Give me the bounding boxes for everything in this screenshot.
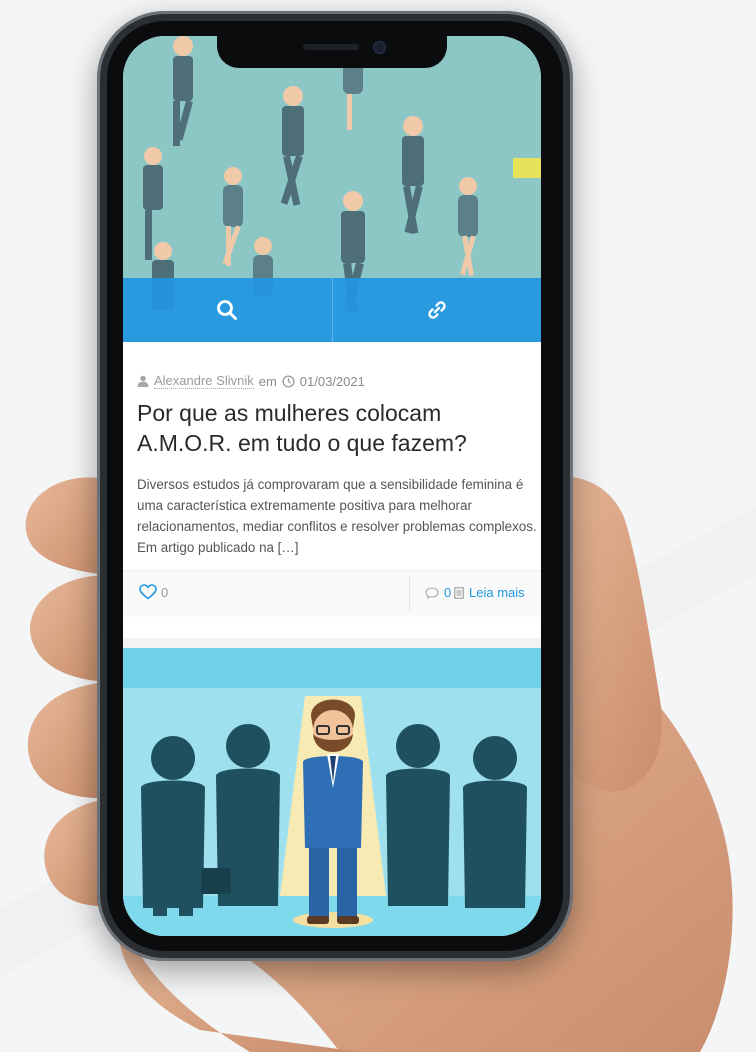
like-button[interactable]: 0: [139, 584, 168, 600]
user-icon: [137, 375, 149, 387]
read-more-label: Leia mais: [469, 585, 525, 600]
heart-icon: [139, 584, 157, 600]
comment-icon: [425, 586, 439, 599]
speaker-grille: [303, 44, 359, 50]
post-author[interactable]: Alexandre Slivnik: [154, 373, 254, 389]
link-button[interactable]: [331, 278, 542, 342]
front-camera: [373, 41, 386, 54]
post-excerpt: Diversos estudos já comprovaram que a se…: [137, 477, 537, 555]
clock-icon: [282, 374, 295, 388]
comment-count: 0: [444, 585, 452, 600]
phone-screen: Alexandre Slivnik em 01/03/2021 Por que …: [123, 36, 541, 936]
next-post-image[interactable]: [123, 648, 541, 936]
comments-link[interactable]: 0: [425, 585, 451, 600]
author-suffix: em: [258, 373, 277, 389]
phone-notch: [217, 36, 447, 68]
post-featured-image[interactable]: [123, 36, 541, 342]
document-icon: [454, 586, 464, 599]
search-icon: [217, 300, 238, 320]
read-more-link[interactable]: Leia mais: [454, 585, 525, 600]
like-count: 0: [161, 584, 169, 600]
zoom-button[interactable]: [123, 278, 332, 342]
image-action-bar: [123, 278, 541, 342]
post-footer: 0 0 Leia mais: [123, 570, 541, 617]
post-meta: Alexandre Slivnik em 01/03/2021: [137, 373, 365, 389]
post-date: 01/03/2021: [299, 373, 365, 389]
post-title[interactable]: Por que as mulheres colocam A.M.O.R. em …: [137, 398, 537, 458]
post-card: Alexandre Slivnik em 01/03/2021 Por que …: [123, 342, 541, 642]
link-icon: [428, 301, 446, 319]
footer-divider: [409, 577, 410, 611]
